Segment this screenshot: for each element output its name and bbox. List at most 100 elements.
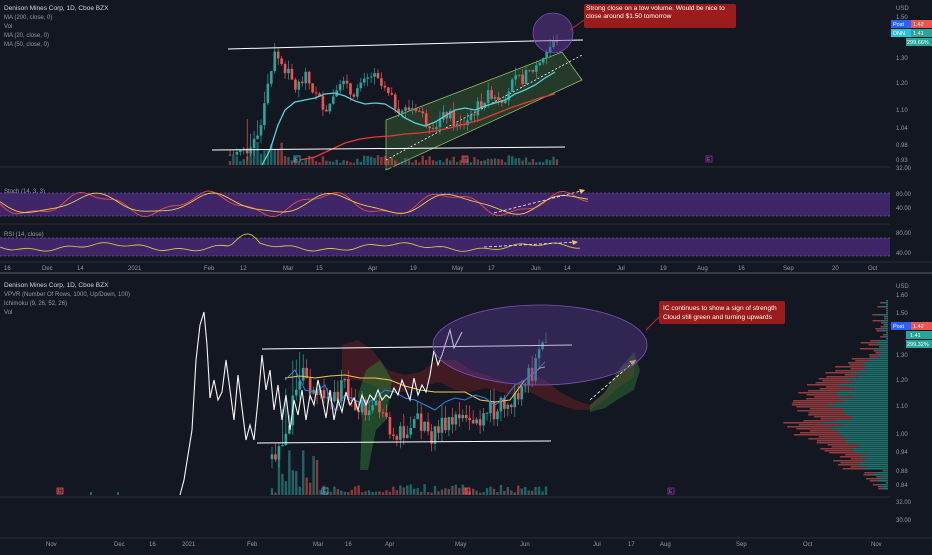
vpvr-bar-up [849, 382, 888, 384]
vpvr-bar-up [878, 480, 888, 482]
top-candle-body [404, 107, 407, 111]
bottom-candle-body [482, 413, 485, 426]
bottom-candle-body [433, 426, 437, 444]
top-time-label: 16 [738, 266, 745, 272]
bottom-annotation-line2: Cloud still green and turning upwards [663, 314, 773, 321]
top-candle-body [259, 125, 263, 136]
top-candle-body [239, 150, 242, 152]
vpvr-bar-up [857, 464, 888, 466]
top-volume-bar [387, 159, 390, 165]
top-volume-bar [425, 159, 428, 165]
top-post-label: Post [893, 22, 904, 28]
bottom-tick-100: 1.00 [896, 432, 908, 438]
top-candle-body [387, 87, 390, 94]
bottom-candle-body [478, 419, 482, 426]
top-volume-bar [397, 162, 400, 165]
bottom-candle-body [516, 393, 520, 400]
bottom-volume-bar [360, 492, 364, 495]
bottom-volume-bar [308, 482, 312, 495]
vpvr-bar-up [836, 392, 888, 394]
vpvr-bar-up [850, 418, 888, 420]
bottom-time-label: May [455, 542, 466, 548]
vpvr-bar-up [879, 350, 888, 352]
bottom-volume-bar [340, 490, 343, 495]
bottom-volume-bar [406, 485, 409, 495]
vpvr-bar-up [842, 408, 888, 410]
vpvr-bar-up [883, 326, 888, 328]
bottom-candle-body [333, 391, 336, 402]
top-candle-body [369, 76, 373, 78]
bottom-volume-bar [503, 490, 506, 495]
vpvr-bar-down [829, 452, 856, 454]
top-volume-bar [256, 141, 259, 165]
top-volume-bar [349, 162, 352, 165]
top-volume-bar [325, 160, 328, 165]
bottom-post-price: 1.42 [913, 324, 924, 330]
top-volume-bar [287, 157, 290, 165]
top-volume-bar [228, 161, 232, 165]
vpvr-bar-down [875, 328, 883, 330]
bottom-candle-body [447, 417, 451, 431]
bottom-time-label: 16 [345, 542, 352, 548]
vpvr-bar-down [872, 484, 879, 486]
vpvr-bar-up [863, 460, 888, 462]
top-candle-body [538, 62, 542, 66]
vpvr-bar-up [852, 396, 888, 398]
top-candle-body [411, 108, 414, 111]
top-time-label: Sep [783, 266, 794, 272]
top-volume-bar [338, 162, 342, 165]
bottom-tick-094: 0.94 [896, 450, 908, 456]
bottom-volume-bar [298, 486, 301, 495]
bottom-tick-110: 1.10 [896, 404, 908, 410]
bottom-volume-bar [291, 470, 295, 495]
vpvr-bar-up [835, 420, 888, 422]
vpvr-bar-down [826, 386, 849, 388]
bottom-candle-body [454, 414, 458, 425]
vpvr-bar-down [872, 320, 881, 322]
bottom-candle-body [388, 417, 392, 435]
vpvr-bar-up [862, 362, 888, 364]
top-tick-104: 1.04 [896, 126, 908, 132]
top-candle-body [380, 78, 383, 86]
vpvr-bar-up [876, 354, 888, 356]
vpvr-bar-up [844, 440, 888, 442]
top-volume-bar [328, 161, 332, 165]
top-volume-bar [390, 157, 393, 165]
top-volume-bar [273, 149, 276, 165]
bottom-candle-body [506, 404, 510, 409]
top-candle-body [473, 114, 476, 116]
bottom-volume-bar [305, 477, 308, 495]
top-candle-body [280, 58, 283, 65]
top-tick-093: 0.93 [896, 158, 908, 164]
top-candle-body [228, 154, 232, 156]
bottom-volume-bar [315, 460, 319, 495]
vpvr-bar-down [796, 428, 831, 430]
top-volume-bar [431, 160, 435, 165]
vpvr-bar-up [865, 454, 888, 456]
chart-canvas[interactable]: Denison Mines Corp, 1D, Cboe BZX MA (200… [0, 0, 932, 550]
bottom-volume-bar [496, 491, 499, 495]
bottom-time-label: Oct [803, 542, 813, 548]
top-time-label: 12 [240, 266, 247, 272]
top-volume-bar [486, 158, 490, 165]
bottom-candle-body [468, 418, 471, 421]
top-candle-body [304, 71, 308, 84]
top-time-label: Mar [283, 266, 293, 272]
top-volume-bar [500, 159, 504, 165]
vpvr-bar-up [887, 310, 888, 312]
stoch-tick-40: 40.00 [896, 206, 912, 212]
bottom-tick-088: 0.88 [896, 469, 908, 475]
bottom-volume-bar [492, 488, 496, 495]
vpvr-bar-down [800, 432, 840, 434]
top-volume-bar [531, 159, 535, 165]
vpvr-bar-down [845, 454, 866, 456]
vpvr-bar-up [826, 404, 888, 406]
top-candle-body [435, 127, 438, 129]
top-tick-32: 32.00 [896, 166, 912, 172]
bottom-highlight-ellipse [432, 304, 648, 386]
bottom-volume-bar [329, 491, 333, 495]
top-volume-bar [400, 161, 404, 165]
bottom-volume-bar [374, 491, 378, 495]
top-volume-bar [442, 162, 445, 165]
bottom-volume-bar [419, 491, 423, 495]
